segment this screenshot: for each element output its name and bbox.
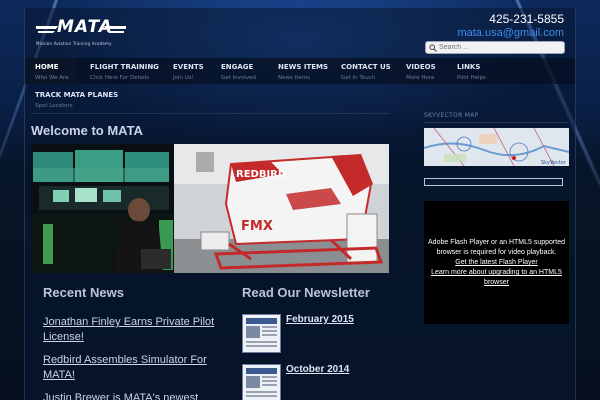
hero-brand-text: REDBIRD xyxy=(236,169,286,180)
nav-sublabel: News Items xyxy=(278,75,310,81)
news-link[interactable]: Jonathan Finley Earns Private Pilot Lice… xyxy=(43,315,228,345)
email-link[interactable]: mata.usa@gmail.com xyxy=(457,27,564,39)
nav-item-links[interactable]: LINKS Pilot Helps xyxy=(457,58,486,84)
hero-model-text: FMX xyxy=(241,219,273,234)
nav-sublabel: Click Here For Details xyxy=(90,75,150,81)
main-nav: HOME Who We Are FLIGHT TRAINING Click He… xyxy=(25,58,575,84)
newsletter-heading: Read Our Newsletter xyxy=(242,285,370,300)
nav-sublabel: Who We Are xyxy=(35,75,69,81)
nav-item-flight-training[interactable]: FLIGHT TRAINING Click Here For Details xyxy=(90,58,159,84)
newsletter-link[interactable]: February 2015 xyxy=(286,314,354,325)
newsletter-page-icon xyxy=(246,368,277,397)
page-title: Welcome to MATA xyxy=(31,123,143,138)
nav-label: TRACK MATA PLANES xyxy=(35,91,119,99)
divider xyxy=(424,122,569,123)
news-link[interactable]: Justin Brewer is MATA's newest xyxy=(43,391,228,400)
nav-sublabel: Join Us! xyxy=(173,75,194,81)
skyvector-heading: SKYVECTOR MAP xyxy=(424,112,479,119)
search-icon xyxy=(429,44,437,52)
map-brand: SkyVector xyxy=(541,160,567,166)
logo-subtitle: Mission Aviation Training Academy xyxy=(36,41,112,46)
nav-label: CONTACT US xyxy=(341,63,391,71)
nav-label: FLIGHT TRAINING xyxy=(90,63,159,71)
nav-item-news-items[interactable]: NEWS ITEMS News Items xyxy=(278,58,328,84)
logo-text[interactable]: MATA xyxy=(57,17,113,37)
recent-news-heading: Recent News xyxy=(43,285,124,300)
nav-item-contact-us[interactable]: CONTACT US Get In Touch xyxy=(341,58,391,84)
divider xyxy=(31,113,390,114)
hero-simulator-image: REDBIRD FMX xyxy=(31,144,389,273)
nav-label: EVENTS xyxy=(173,63,204,71)
nav-label: VIDEOS xyxy=(406,63,436,71)
skyvector-map[interactable]: SkyVector xyxy=(424,128,569,166)
player-message-box: Adobe Flash Player or an HTML5 supported… xyxy=(424,238,569,288)
map-selector-bar[interactable] xyxy=(424,178,563,186)
newsletter-link[interactable]: October 2014 xyxy=(286,364,349,375)
nav-label: NEWS ITEMS xyxy=(278,63,329,71)
nav-sublabel: Spot Locators xyxy=(35,103,73,109)
nav-sublabel: Pilot Helps xyxy=(457,75,486,81)
nav-item-events[interactable]: EVENTS Join Us! xyxy=(173,58,204,84)
nav-sublabel: Get Involved xyxy=(221,75,256,81)
html5-upgrade-link[interactable]: Learn more about upgrading to an HTML5 b… xyxy=(424,268,569,288)
nav-item-home[interactable]: HOME Who We Are xyxy=(25,58,77,84)
news-link[interactable]: Redbird Assembles Simulator For MATA! xyxy=(43,353,228,383)
newsletter-thumbnail[interactable] xyxy=(242,364,281,400)
nav-sublabel: More Here xyxy=(406,75,435,81)
newsletter-page-icon xyxy=(246,318,277,347)
nav-label: ENGAGE xyxy=(221,63,254,71)
search-input[interactable] xyxy=(439,42,563,53)
nav-item-track-mata-planes[interactable]: TRACK MATA PLANES Spot Locators xyxy=(35,91,118,109)
nav-label: HOME xyxy=(35,63,59,71)
nav-label: LINKS xyxy=(457,63,481,71)
nav-item-engage[interactable]: ENGAGE Get Involved xyxy=(221,58,256,84)
nav-item-videos[interactable]: VIDEOS More Here xyxy=(406,58,436,84)
phone-number: 425-231-5855 xyxy=(489,12,564,26)
newsletter-thumbnail[interactable] xyxy=(242,314,281,353)
player-message: Adobe Flash Player or an HTML5 supported… xyxy=(428,239,565,256)
search-box[interactable] xyxy=(425,41,565,54)
video-player[interactable]: Adobe Flash Player or an HTML5 supported… xyxy=(424,201,569,324)
nav-sublabel: Get In Touch xyxy=(341,75,376,81)
flash-player-link[interactable]: Get the latest Flash Player xyxy=(424,258,569,268)
